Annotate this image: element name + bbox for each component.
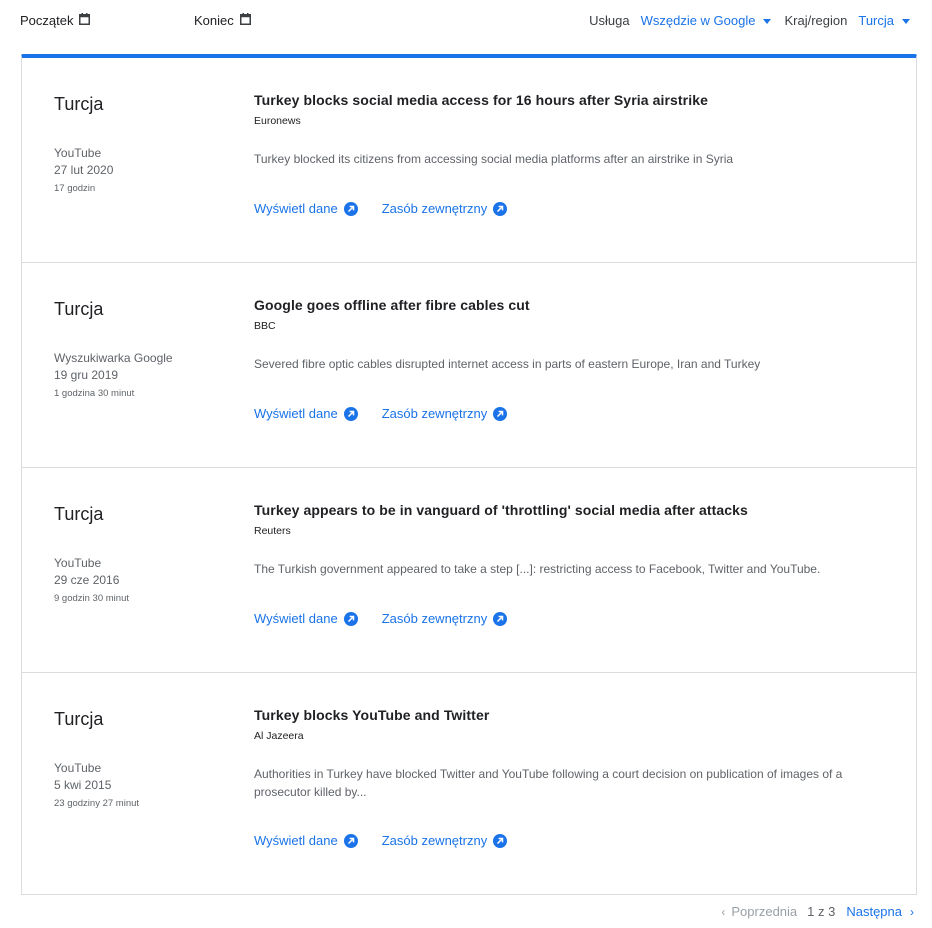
end-date-field[interactable]: Koniec bbox=[194, 13, 251, 28]
result-duration: 9 godzin 30 minut bbox=[54, 593, 129, 604]
result-title: Turkey appears to be in vanguard of 'thr… bbox=[254, 502, 748, 518]
service-filter-label: Usługa bbox=[589, 13, 630, 28]
result-row: Turcja YouTube 27 lut 2020 17 godzin Tur… bbox=[22, 58, 916, 263]
pagination: ‹ Poprzednia 1 z 3 Następna › bbox=[721, 904, 914, 919]
result-title: Turkey blocks social media access for 16… bbox=[254, 92, 708, 108]
result-links: Wyświetl dane Zasób zewnętrzny bbox=[254, 406, 508, 421]
previous-page-button[interactable]: ‹ Poprzednia bbox=[721, 904, 797, 919]
region-dropdown-value: Turcja bbox=[858, 13, 894, 28]
result-date: 27 lut 2020 bbox=[54, 163, 114, 177]
result-title: Google goes offline after fibre cables c… bbox=[254, 297, 530, 313]
arrow-circle-icon bbox=[493, 611, 508, 626]
next-page-button[interactable]: Następna › bbox=[846, 904, 914, 919]
result-source: Euronews bbox=[254, 115, 301, 127]
result-duration: 17 godzin bbox=[54, 183, 96, 194]
arrow-circle-icon bbox=[343, 406, 358, 421]
result-source: Al Jazeera bbox=[254, 730, 304, 742]
region-dropdown[interactable]: Turcja bbox=[858, 13, 910, 28]
result-links: Wyświetl dane Zasób zewnętrzny bbox=[254, 833, 508, 848]
view-data-link[interactable]: Wyświetl dane bbox=[254, 406, 358, 421]
result-service: Wyszukiwarka Google bbox=[54, 351, 173, 365]
dropdown-arrow-icon bbox=[763, 18, 772, 24]
external-resource-link[interactable]: Zasób zewnętrzny bbox=[382, 406, 508, 421]
result-description: Authorities in Turkey have blocked Twitt… bbox=[254, 767, 843, 799]
external-resource-link[interactable]: Zasób zewnętrzny bbox=[382, 611, 508, 626]
result-service: YouTube bbox=[54, 556, 102, 570]
result-row: Turcja YouTube 29 cze 2016 9 godzin 30 m… bbox=[22, 468, 916, 673]
external-resource-link[interactable]: Zasób zewnętrzny bbox=[382, 833, 508, 848]
view-data-label: Wyświetl dane bbox=[254, 833, 338, 848]
next-page-label: Następna bbox=[846, 904, 902, 919]
dropdown-arrow-icon bbox=[902, 18, 910, 24]
start-date-field[interactable]: Początek bbox=[20, 13, 91, 28]
view-data-link[interactable]: Wyświetl dane bbox=[254, 201, 358, 216]
result-row: Turcja Wyszukiwarka Google 19 gru 2019 1… bbox=[22, 263, 916, 468]
region-filter-label: Kraj/region bbox=[784, 13, 848, 28]
result-links: Wyświetl dane Zasób zewnętrzny bbox=[254, 201, 508, 216]
chevron-left-icon: ‹ bbox=[721, 904, 726, 919]
previous-page-label: Poprzednia bbox=[731, 904, 798, 919]
start-date-label: Początek bbox=[20, 13, 74, 28]
result-row: Turcja YouTube 5 kwi 2015 23 godziny 27 … bbox=[22, 673, 916, 895]
view-data-label: Wyświetl dane bbox=[254, 611, 338, 626]
external-resource-label: Zasób zewnętrzny bbox=[381, 201, 488, 216]
calendar-icon[interactable] bbox=[239, 13, 251, 28]
result-date: 19 gru 2019 bbox=[54, 368, 119, 382]
result-source: Reuters bbox=[254, 525, 291, 537]
view-data-link[interactable]: Wyświetl dane bbox=[254, 833, 358, 848]
chevron-right-icon: › bbox=[910, 904, 914, 919]
external-resource-link[interactable]: Zasób zewnętrzny bbox=[382, 201, 508, 216]
service-dropdown-value: Wszędzie w Google bbox=[640, 13, 756, 28]
result-date: 29 cze 2016 bbox=[54, 573, 120, 587]
results-card: Turcja YouTube 27 lut 2020 17 godzin Tur… bbox=[21, 54, 917, 895]
arrow-circle-icon bbox=[493, 406, 508, 421]
view-data-label: Wyświetl dane bbox=[254, 406, 338, 421]
result-country: Turcja bbox=[54, 709, 104, 729]
result-country: Turcja bbox=[54, 94, 104, 114]
external-resource-label: Zasób zewnętrzny bbox=[381, 611, 488, 626]
result-links: Wyświetl dane Zasób zewnętrzny bbox=[254, 611, 508, 626]
result-service: YouTube bbox=[54, 146, 102, 160]
arrow-circle-icon bbox=[343, 833, 358, 848]
calendar-icon[interactable] bbox=[79, 13, 91, 28]
service-dropdown[interactable]: Wszędzie w Google bbox=[641, 13, 772, 28]
filter-selectors: Usługa Wszędzie w Google Kraj/region Tur… bbox=[589, 13, 910, 28]
external-resource-label: Zasób zewnętrzny bbox=[381, 406, 488, 421]
result-description: Severed fibre optic cables disrupted int… bbox=[254, 357, 761, 371]
result-date: 5 kwi 2015 bbox=[54, 778, 112, 792]
result-description: Turkey blocked its citizens from accessi… bbox=[254, 152, 734, 166]
external-resource-label: Zasób zewnętrzny bbox=[381, 833, 488, 848]
view-data-label: Wyświetl dane bbox=[254, 201, 338, 216]
result-service: YouTube bbox=[54, 761, 102, 775]
result-country: Turcja bbox=[54, 504, 104, 524]
result-duration: 23 godziny 27 minut bbox=[54, 798, 140, 809]
page-indicator: 1 z 3 bbox=[807, 904, 836, 919]
arrow-circle-icon bbox=[343, 201, 358, 216]
arrow-circle-icon bbox=[343, 611, 358, 626]
result-description: The Turkish government appeared to take … bbox=[254, 562, 821, 576]
result-country: Turcja bbox=[54, 299, 104, 319]
arrow-circle-icon bbox=[493, 201, 508, 216]
end-date-label: Koniec bbox=[194, 13, 234, 28]
arrow-circle-icon bbox=[493, 833, 508, 848]
result-duration: 1 godzina 30 minut bbox=[54, 388, 135, 399]
view-data-link[interactable]: Wyświetl dane bbox=[254, 611, 358, 626]
result-title: Turkey blocks YouTube and Twitter bbox=[254, 707, 490, 723]
result-source: BBC bbox=[254, 320, 276, 332]
filter-bar: Początek Koniec Usługa Wszędzie w Google… bbox=[0, 0, 932, 44]
